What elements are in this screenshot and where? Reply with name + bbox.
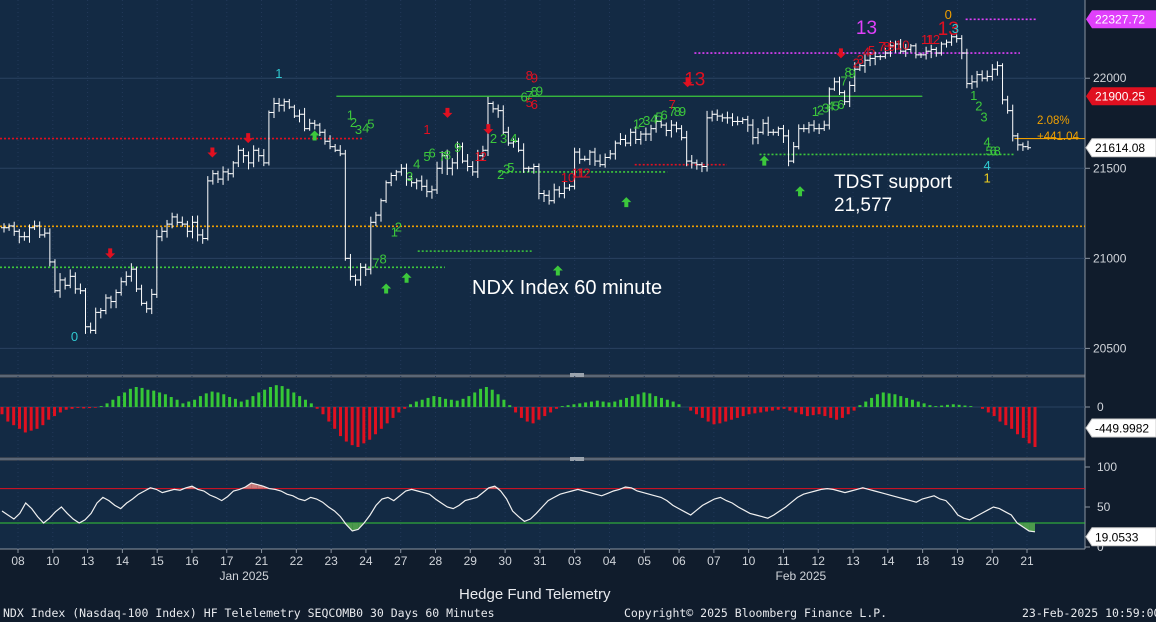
x-tick-label: 19 [951, 554, 965, 568]
tdst-annotation-line1: TDST support [834, 172, 953, 193]
sequential-count-label: 6 [429, 145, 436, 160]
sequential-count-label: 1 [983, 171, 990, 186]
month-label: Jan 2025 [219, 569, 269, 583]
sequential-count-label: 0 [945, 7, 952, 22]
chart-title: NDX Index 60 minute [472, 277, 662, 299]
x-tick-label: 07 [707, 554, 721, 568]
x-tick-label: 16 [185, 554, 199, 568]
sequential-count-label: 5 [367, 117, 374, 132]
sequential-count-label: 7 [669, 97, 676, 112]
osc-badge-text: 19.0533 [1095, 530, 1139, 544]
sequential-count-label: 12 [576, 165, 590, 180]
x-tick-label: 22 [290, 554, 304, 568]
month-label: Feb 2025 [775, 569, 826, 583]
x-tick-label: 12 [812, 554, 826, 568]
sequential-count-label: 3 [406, 169, 413, 184]
osc-oversold-fill [1029, 523, 1035, 532]
chart-svg: 01123 45 17 81234 56 78 91223452 35667898910111… [0, 0, 1156, 622]
footer-timestamp: 23-Feb-2025 10:59:00 [1022, 606, 1156, 620]
x-tick-label: 10 [742, 554, 756, 568]
sequential-count-label: 4 [413, 156, 420, 171]
sequential-count-label: 3 [952, 21, 959, 36]
sequential-count-label: 1 [275, 66, 282, 81]
price-y-tick-label: 21000 [1093, 251, 1127, 265]
price-y-tick-label: 22000 [1093, 71, 1127, 85]
x-tick-label: 21 [1020, 554, 1034, 568]
sequential-count-label: 2 [395, 219, 402, 234]
change-percent: 2.08% [1037, 115, 1070, 127]
x-tick-label: 13 [846, 554, 860, 568]
sequential-count-label: 5 [507, 160, 514, 175]
footer-title: Hedge Fund Telemetry [459, 586, 611, 603]
x-tick-label: 05 [638, 554, 652, 568]
sequential-count-label: 3 [643, 113, 650, 128]
x-tick-label: 04 [603, 554, 617, 568]
x-tick-label: 18 [916, 554, 930, 568]
x-tick-label: 13 [81, 554, 95, 568]
x-tick-label: 15 [150, 554, 164, 568]
sequential-count-label: 8 [444, 147, 451, 162]
x-tick-label: 03 [568, 554, 582, 568]
momentum-badge-text: -449.9982 [1095, 422, 1149, 436]
x-tick-label: 31 [533, 554, 547, 568]
price-badge-text: 22327.72 [1095, 13, 1145, 27]
price-badge-text: 21900.25 [1095, 90, 1145, 104]
sequential-count-label: 13 [856, 18, 877, 39]
x-tick-label: 14 [881, 554, 895, 568]
sequential-count-label: 10 [895, 37, 909, 52]
sequential-count-label: 3 [500, 131, 507, 146]
sequential-count-label: 2 [480, 149, 487, 164]
x-tick-label: 29 [464, 554, 478, 568]
x-tick-label: 28 [429, 554, 443, 568]
x-tick-label: 30 [498, 554, 512, 568]
sequential-count-label: 3 [980, 109, 987, 124]
chart-window: 0 1 1 2 3 4 5 1 7 8 1 2 3 4 5 6 7 8 9 1 2 2 3 4 5 2 3 5 6 6 7 8 9 8 9 10 11 1… [0, 0, 1156, 622]
price-y-tick-label: 21500 [1093, 161, 1127, 175]
osc-y-tick-label: 100 [1097, 460, 1117, 474]
x-tick-label: 24 [359, 554, 373, 568]
tdst-annotation-line2: 21,577 [834, 195, 892, 216]
x-tick-label: 21 [255, 554, 269, 568]
x-tick-label: 11 [777, 554, 790, 568]
x-tick-label: 23 [324, 554, 338, 568]
price-y-tick-label: 20500 [1093, 341, 1127, 355]
sequential-count-label: 9 [454, 140, 461, 155]
sequential-count-label: 3 [355, 122, 362, 137]
x-tick-label: 17 [220, 554, 234, 568]
momentum-y-tick-label: 0 [1097, 400, 1104, 414]
sequential-count-label: 0 [71, 329, 78, 344]
x-tick-label: 08 [11, 554, 25, 568]
x-tick-label: 27 [394, 554, 408, 568]
sequential-count-label: 8 [994, 144, 1001, 159]
sequential-count-label: 6 [661, 108, 668, 123]
change-points: +441.04 [1037, 131, 1079, 143]
sequential-count-label: 4 [510, 131, 517, 146]
momentum-panel [0, 378, 1085, 457]
sequential-count-label: 5 [868, 43, 875, 58]
x-tick-label: 06 [672, 554, 686, 568]
osc-y-tick-label: 50 [1097, 500, 1111, 514]
x-tick-label: 14 [116, 554, 130, 568]
footer-left: NDX Index (Nasdaq-100 Index) HF Teleleme… [3, 606, 495, 620]
sequential-count-label: 9 [679, 104, 686, 119]
sequential-count-label: 2 [490, 131, 497, 146]
sequential-count-label: 8 [379, 252, 386, 267]
sequential-count-label: 6 [837, 97, 844, 112]
x-tick-label: 10 [46, 554, 60, 568]
x-tick-label: 20 [986, 554, 1000, 568]
sequential-count-label: 7 [372, 255, 379, 270]
sequential-count-label: 9 [531, 71, 538, 86]
price-badge-text: 21614.08 [1095, 141, 1145, 155]
footer-copyright: Copyright© 2025 Bloomberg Finance L.P. [624, 606, 887, 620]
sequential-count-label: 1 [423, 122, 430, 137]
